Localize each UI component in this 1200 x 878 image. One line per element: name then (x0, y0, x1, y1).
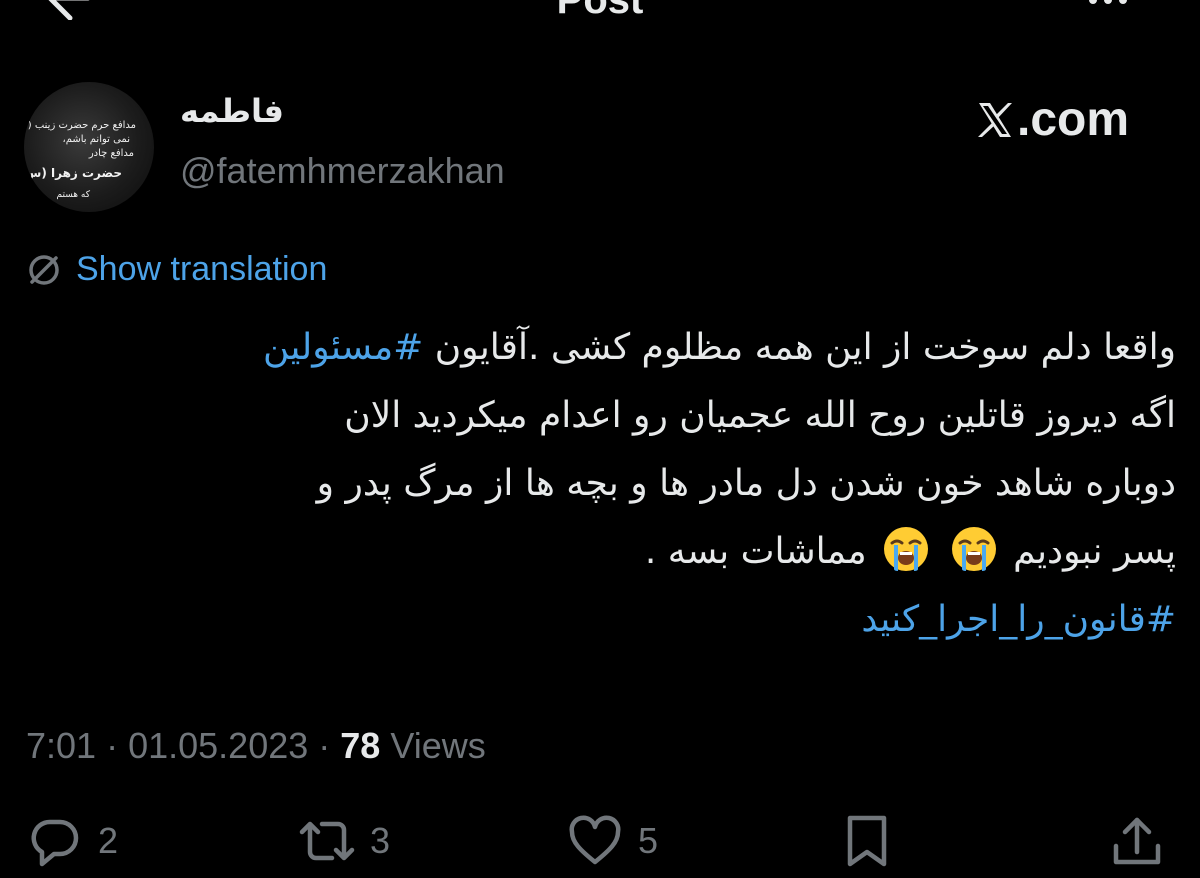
tweet-text: واقعا دلم سوخت از این همه مظلوم کشی .آقا… (20, 314, 1176, 654)
like-button[interactable]: 5 (566, 812, 658, 870)
x-logo-icon (978, 102, 1012, 137)
meta-separator: · (308, 725, 341, 766)
reply-button[interactable]: 2 (26, 812, 118, 870)
tweet-line: اگه دیروز قاتلین روح الله عجمیان رو اعدا… (344, 395, 1176, 436)
repost-button[interactable]: 3 (298, 812, 390, 870)
top-bar: Post (0, 0, 1200, 20)
avatar-text-line: نمی توانم باشم، (62, 134, 130, 145)
avatar-text-line: مدافع حرم حضرت زینب (س) (24, 120, 136, 131)
tweet-line: دوباره شاهد خون شدن دل مادر ها و بچه ها … (316, 463, 1176, 504)
reply-count: 2 (98, 820, 119, 861)
crying-face-emoji-icon (951, 527, 996, 571)
author-handle[interactable]: @fatemhmerzakhan (180, 150, 505, 192)
post-meta: 7:01 · 01.05.2023 · 78 Views (26, 725, 486, 767)
crying-face-emoji-icon (884, 527, 929, 571)
avatar[interactable]: مدافع حرم حضرت زینب (س) نمی توانم باشم، … (24, 82, 154, 212)
post-time[interactable]: 7:01 (26, 725, 96, 766)
share-upload-icon (1113, 817, 1161, 865)
hashtag-link[interactable]: #قانون_را_اجرا_کنید (20, 586, 1176, 654)
meta-separator: · (96, 725, 129, 766)
show-translation-label[interactable]: Show translation (76, 250, 327, 289)
hashtag-link[interactable]: #مسئولین (263, 327, 423, 368)
tweet-text-segment: واقعا دلم سوخت از این همه مظلوم کشی .آقا… (423, 327, 1176, 368)
views-count: 78 (340, 725, 381, 766)
avatar-text-line: مدافع چادر (88, 148, 134, 159)
post-date[interactable]: 01.05.2023 (128, 725, 308, 766)
tweet-text-segment: پسر نبودیم (1013, 531, 1176, 572)
avatar-text-line: که هستم (56, 190, 90, 200)
source-badge: .com (975, 92, 1129, 147)
show-translation[interactable]: Show translation (26, 250, 327, 289)
author-display-name[interactable]: فاطمه (180, 92, 284, 130)
source-text: .com (1017, 93, 1130, 146)
more-dots-icon[interactable] (1088, 0, 1128, 10)
reply-bubble-icon (31, 819, 79, 867)
tweet-text-segment: مماشات بسه . (644, 531, 867, 572)
translate-globe-icon (29, 254, 59, 285)
repost-count: 3 (370, 820, 391, 861)
views-label: Views (390, 725, 486, 766)
page-title: Post (0, 0, 1200, 20)
tweet-line: پسر نبودیم مماشات بسه . (20, 518, 1176, 586)
tweet-line: واقعا دلم سوخت از این همه مظلوم کشی .آقا… (20, 314, 1176, 382)
heart-icon (569, 815, 621, 865)
avatar-text-line: حضرت زهرا (س) (24, 166, 122, 180)
bookmark-icon (847, 815, 887, 867)
share-button[interactable] (1108, 812, 1166, 870)
repost-arrows-icon (299, 821, 355, 861)
bookmark-button[interactable] (838, 812, 896, 870)
like-count: 5 (638, 820, 659, 861)
